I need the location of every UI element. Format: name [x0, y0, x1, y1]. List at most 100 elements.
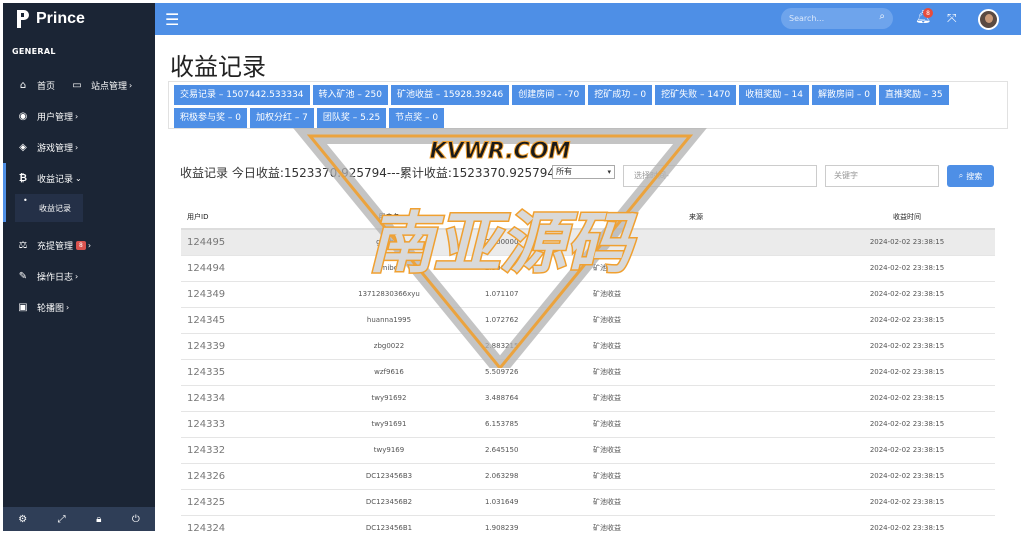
global-search-input[interactable]: Search... ⌕: [781, 8, 893, 29]
table-body: 124495 gmiboll 2.500000 矿池收益 2024-02-02 23:3…: [181, 229, 995, 533]
tag-direct-referral[interactable]: 直推奖励 – 35: [878, 85, 949, 105]
cell-amount: 2.883215: [479, 333, 589, 360]
home-icon: ⌂: [19, 80, 27, 91]
chevron-right-icon: ›: [75, 272, 79, 281]
table-row[interactable]: 124345 huanna1995 1.072762 矿池收益 2024-02-02 2…: [181, 307, 995, 334]
cell-user-id: 124335: [181, 359, 299, 386]
table-row[interactable]: 124494 gmiboll 2.500000 矿池收益 2024-02-02 23:3…: [181, 255, 995, 282]
sidebar-item-earnings[interactable]: ₿ 收益记录 ⌄: [15, 172, 82, 185]
sidebar-item-logs[interactable]: ✎ 操作日志 ›: [15, 270, 78, 283]
cell-user-id: 124324: [181, 515, 299, 533]
tag-trade-records[interactable]: 交易记录 – 1507442.533334: [174, 85, 310, 105]
app-root: Prince GENERAL ⌂ 首页 ▭ 站点管理 › ◉ 用户管理 › ◈ …: [0, 0, 1024, 533]
search-icon: ⌕: [958, 171, 964, 180]
gear-icon[interactable]: ⚙: [18, 514, 27, 525]
tag-rent-reward[interactable]: 收租奖励 – 14: [739, 85, 809, 105]
cell-time: 2024-02-02 23:38:15: [819, 437, 995, 464]
table-row[interactable]: 124326 DC123456B3 2.063298 矿池收益 2024-02-02 2…: [181, 463, 995, 490]
tag-pool-transfer[interactable]: 转入矿池 – 250: [312, 85, 388, 105]
col-user-id[interactable]: 用户ID: [181, 205, 299, 230]
tag-node-reward[interactable]: 节点奖 – 0: [389, 108, 445, 128]
table-row[interactable]: 124325 DC123456B2 1.031649 矿池收益 2024-02-02 2…: [181, 489, 995, 516]
sidebar-item-deposit-withdraw[interactable]: ⚖ 充提管理 8 ›: [15, 239, 92, 252]
tag-team-reward[interactable]: 团队奖 – 5.25: [316, 108, 387, 128]
tag-mining-fail[interactable]: 挖矿失败 – 1470: [655, 85, 737, 105]
cell-time: 2024-02-02 23:38:15: [819, 489, 995, 516]
sidebar-item-games[interactable]: ◈ 游戏管理 ›: [15, 141, 78, 154]
col-amount[interactable]: 数量: [479, 205, 589, 230]
chevron-down-icon: ⌄: [75, 174, 82, 183]
cell-user-id: 124345: [181, 307, 299, 334]
power-icon[interactable]: ⏻: [132, 514, 140, 525]
cell-user-id: 124349: [181, 281, 299, 308]
cell-username: DC123456B2: [299, 489, 479, 516]
tag-participation[interactable]: 积极参与奖 – 0: [174, 108, 247, 128]
keyword-input[interactable]: 关键字: [825, 165, 939, 187]
brand[interactable]: Prince: [3, 3, 155, 35]
cell-source: [689, 281, 819, 308]
cell-time: 2024-02-02 23:38:15: [819, 515, 995, 533]
table-row[interactable]: 124332 twy9169 2.645150 矿池收益 2024-02-02 23:3…: [181, 437, 995, 464]
col-source[interactable]: 来源: [689, 205, 819, 230]
tag-pool-earnings[interactable]: 矿池收益 – 15928.39246: [390, 85, 510, 105]
table-row[interactable]: 124333 twy91691 6.153785 矿池收益 2024-02-02 23:…: [181, 411, 995, 438]
cell-user-id: 124334: [181, 385, 299, 412]
cell-type: 矿池收益: [589, 333, 689, 360]
image-icon: ▣: [18, 302, 28, 313]
avatar[interactable]: [978, 9, 999, 30]
expand-icon[interactable]: ⤢: [58, 514, 66, 525]
sidebar-item-carousel[interactable]: ▣ 轮播图 ›: [15, 301, 69, 314]
cell-username: huanna1995: [299, 307, 479, 334]
col-username[interactable]: 用户名: [299, 205, 479, 230]
cell-amount: 1.908239: [479, 515, 589, 533]
cell-user-id: 124495: [181, 229, 299, 256]
search-icon[interactable]: ⌕: [879, 11, 885, 22]
sidebar-item-label: 收益记录: [37, 175, 74, 185]
col-type[interactable]: 收益类型: [589, 205, 689, 230]
hamburger-menu-icon[interactable]: ☰: [165, 10, 179, 29]
cell-source: [689, 489, 819, 516]
cell-source: [689, 463, 819, 490]
cell-username: twy9169: [299, 437, 479, 464]
cell-type: 矿池收益: [589, 255, 689, 282]
table-row[interactable]: 124339 zbg0022 2.883215 矿池收益 2024-02-02 23:3…: [181, 333, 995, 360]
cell-amount: 5.509726: [479, 359, 589, 386]
type-select[interactable]: 所有 ▾: [552, 165, 615, 179]
topbar: ☰ Search... ⌕ 🔔︎ 8 ⤧: [155, 3, 1021, 35]
user-circle-icon: ◉: [18, 111, 28, 122]
fullscreen-icon[interactable]: ⤧: [947, 11, 957, 26]
cell-time: 2024-02-02 23:38:15: [819, 255, 995, 282]
table-row[interactable]: 124335 wzf9616 5.509726 矿池收益 2024-02-02 23:3…: [181, 359, 995, 386]
cell-username: DC123456B1: [299, 515, 479, 533]
cell-amount: 2.500000: [479, 229, 589, 256]
table-row[interactable]: 124495 gmiboll 2.500000 矿池收益 2024-02-02 23:3…: [181, 229, 995, 256]
lock-icon[interactable]: 🔒︎: [96, 514, 101, 525]
sidebar-subitem-earnings-records[interactable]: • 收益记录: [15, 194, 83, 222]
time-range-input[interactable]: 选择时间-: [623, 165, 817, 187]
sidebar-item-users[interactable]: ◉ 用户管理 ›: [15, 110, 79, 123]
tag-dissolve-room[interactable]: 解散房间 – 0: [811, 85, 876, 105]
cell-amount: 2.645150: [479, 437, 589, 464]
main-content: 收益记录 交易记录 – 1507442.533334 转入矿池 – 250 矿池…: [155, 35, 1021, 533]
table-row[interactable]: 124324 DC123456B1 1.908239 矿池收益 2024-02-02 2…: [181, 515, 995, 533]
cell-time: 2024-02-02 23:38:15: [819, 411, 995, 438]
sidebar-footer: ⚙ ⤢ 🔒︎ ⏻: [3, 507, 155, 531]
sidebar-item-home[interactable]: ⌂ 首页: [15, 79, 55, 92]
cell-source: [689, 411, 819, 438]
table-row[interactable]: 124349 13712830366xyu 1.071107 矿池收益 2024-02-…: [181, 281, 995, 308]
cell-user-id: 124325: [181, 489, 299, 516]
tag-create-room[interactable]: 创建房间 – -70: [512, 85, 586, 105]
sidebar-item-label: 游戏管理: [37, 144, 74, 154]
cell-time: 2024-02-02 23:38:15: [819, 281, 995, 308]
tag-mining-success[interactable]: 挖矿成功 – 0: [588, 85, 653, 105]
cell-type: 矿池收益: [589, 437, 689, 464]
monitor-icon: ▭: [72, 80, 82, 91]
cell-amount: 6.153785: [479, 411, 589, 438]
cell-type: 矿池收益: [589, 229, 689, 256]
search-button[interactable]: ⌕ 搜索: [947, 165, 994, 187]
tag-weighted-dividend[interactable]: 加权分红 – 7: [249, 108, 314, 128]
table-row[interactable]: 124334 twy91692 3.488764 矿池收益 2024-02-02 23:…: [181, 385, 995, 412]
chevron-right-icon: ›: [75, 143, 79, 152]
col-time[interactable]: 收益时间: [819, 205, 995, 230]
sidebar-item-site[interactable]: ▭ 站点管理 ›: [69, 79, 132, 92]
